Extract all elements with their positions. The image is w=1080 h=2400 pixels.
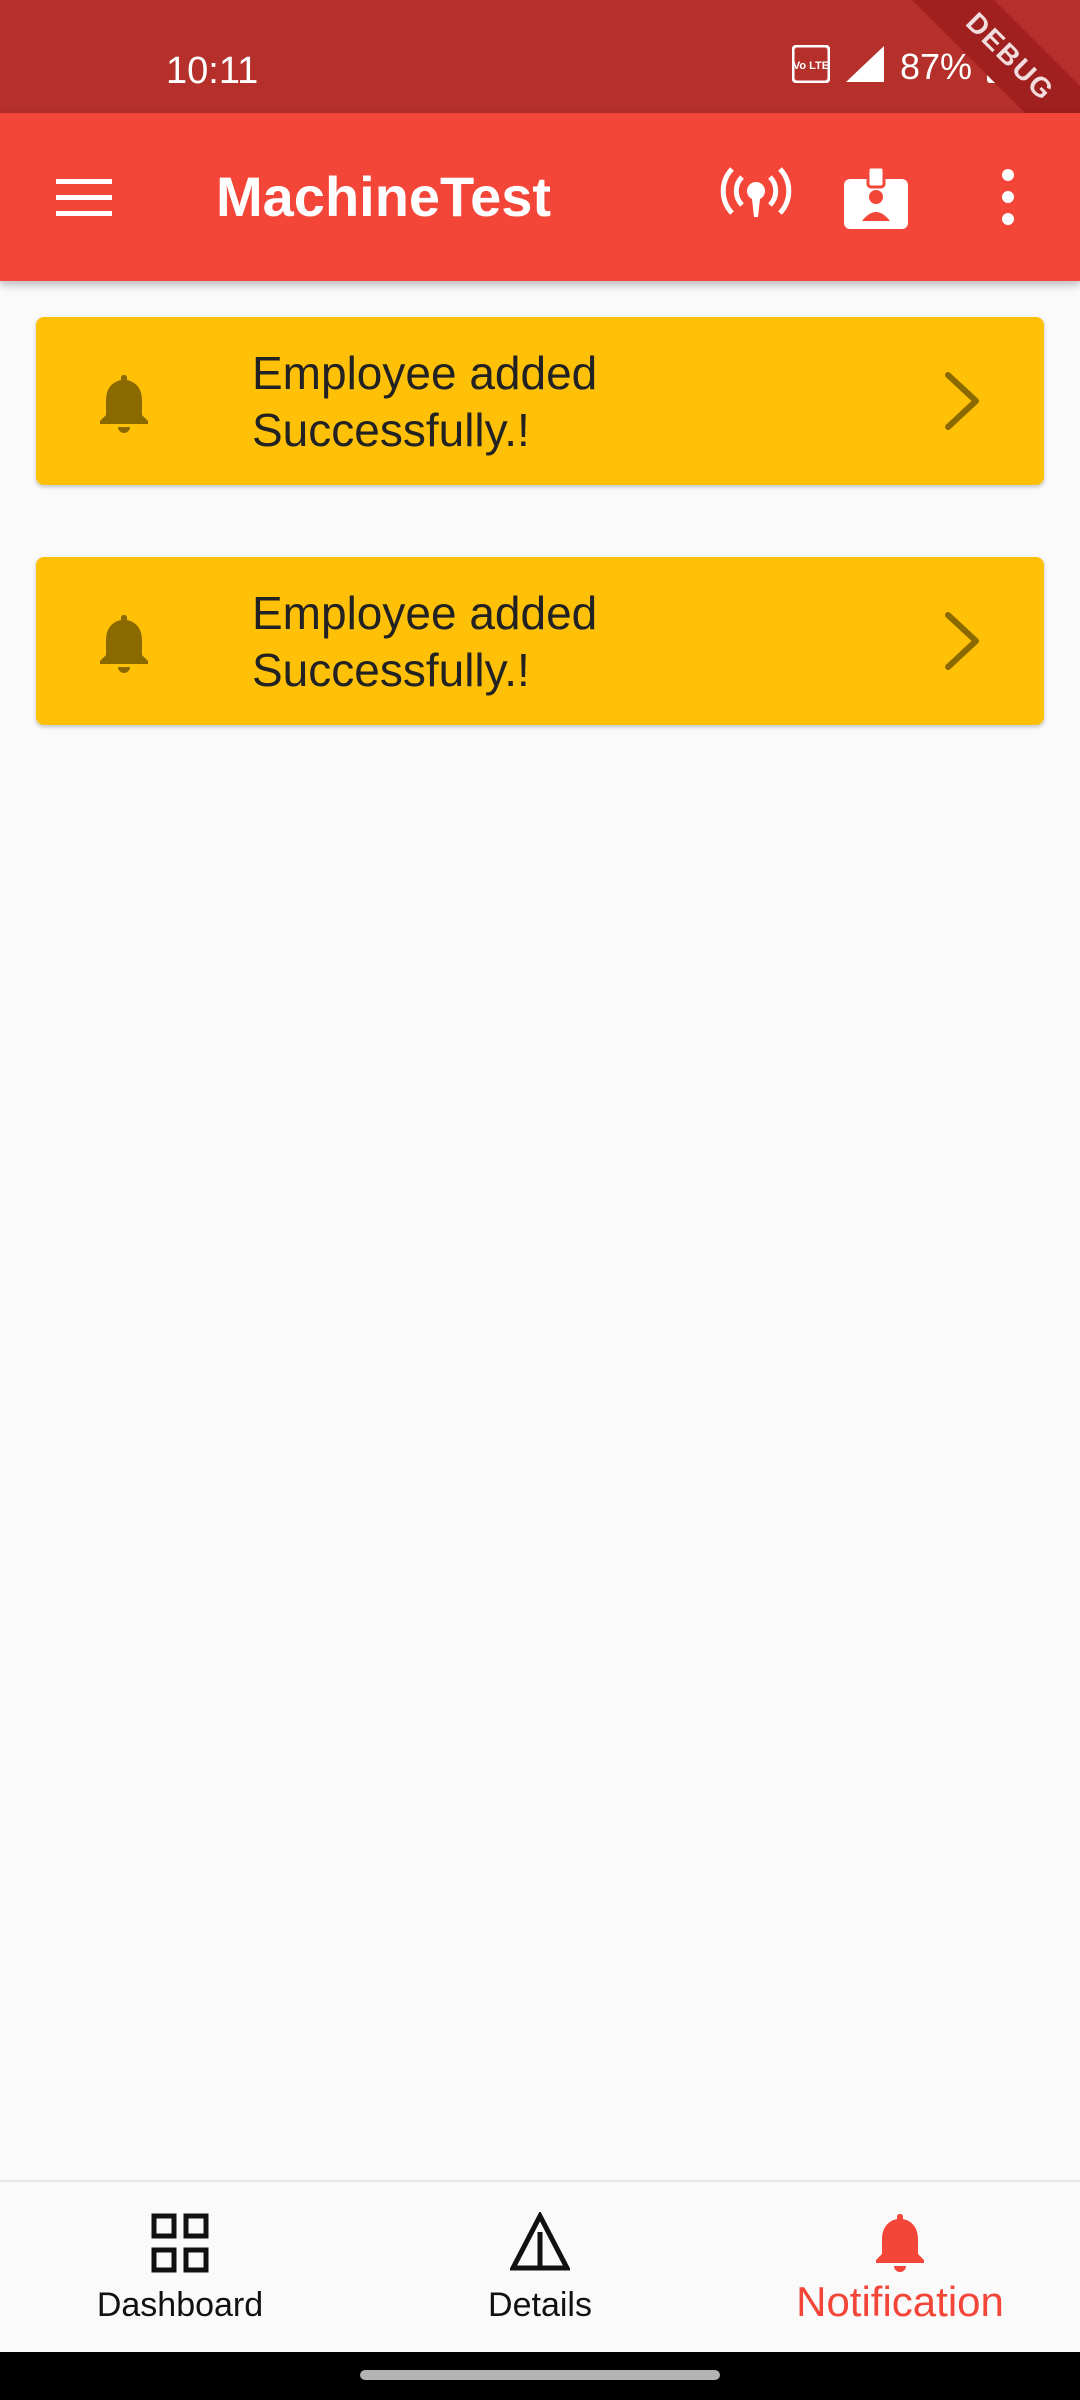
chevron-right-icon bbox=[945, 372, 979, 430]
home-gesture-handle[interactable] bbox=[360, 2370, 720, 2380]
app-title: MachineTest bbox=[216, 165, 552, 228]
dashboard-grid-icon bbox=[151, 2213, 209, 2273]
bell-icon bbox=[100, 615, 148, 673]
more-options-button[interactable] bbox=[980, 153, 1036, 241]
notification-card[interactable]: Employee added Successfully.! bbox=[36, 557, 1044, 725]
notification-line-2: Successfully.! bbox=[252, 644, 530, 696]
bell-icon bbox=[100, 375, 148, 433]
id-badge-icon bbox=[844, 165, 908, 229]
notification-message: Employee added Successfully.! bbox=[252, 585, 852, 699]
more-vert-icon bbox=[1002, 169, 1014, 225]
nav-item-dashboard[interactable]: Dashboard bbox=[0, 2182, 360, 2354]
volte-icon: Vo LTE bbox=[791, 44, 831, 88]
battery-percent: 87% bbox=[899, 45, 972, 87]
notification-card[interactable]: Employee added Successfully.! bbox=[36, 317, 1044, 485]
notification-message: Employee added Successfully.! bbox=[252, 345, 852, 459]
screen: 10:11 Vo LTE 87% DEBUG MachineTest Emplo… bbox=[0, 0, 1080, 2400]
nav-item-details[interactable]: Details bbox=[360, 2182, 720, 2354]
bottom-navigation: Dashboard Details Notification bbox=[0, 2180, 1080, 2354]
nav-item-notification[interactable]: Notification bbox=[720, 2182, 1080, 2354]
menu-button[interactable] bbox=[50, 165, 120, 229]
notification-line-2: Successfully.! bbox=[252, 404, 530, 456]
nav-label-dashboard: Dashboard bbox=[96, 2286, 264, 2324]
broadcast-icon bbox=[720, 167, 792, 217]
notification-line-1: Employee added bbox=[252, 587, 598, 639]
notification-line-1: Employee added bbox=[252, 347, 598, 399]
system-navigation-bar bbox=[0, 2352, 1080, 2400]
hamburger-menu-icon bbox=[56, 179, 112, 216]
bell-icon bbox=[876, 2214, 924, 2272]
status-bar: 10:11 Vo LTE 87% DEBUG bbox=[0, 0, 1080, 177]
nav-label-details: Details bbox=[488, 2286, 592, 2324]
warning-triangle-icon bbox=[510, 2212, 570, 2271]
signal-icon bbox=[844, 44, 886, 89]
status-time: 10:11 bbox=[166, 50, 259, 92]
app-bar: MachineTest bbox=[0, 113, 1080, 281]
volte-badge-text: Vo LTE bbox=[793, 60, 829, 72]
chevron-right-icon bbox=[945, 612, 979, 670]
nav-label-notification: Notification bbox=[796, 2278, 1004, 2325]
broadcast-button[interactable] bbox=[716, 153, 796, 241]
id-badge-button[interactable] bbox=[836, 153, 916, 241]
